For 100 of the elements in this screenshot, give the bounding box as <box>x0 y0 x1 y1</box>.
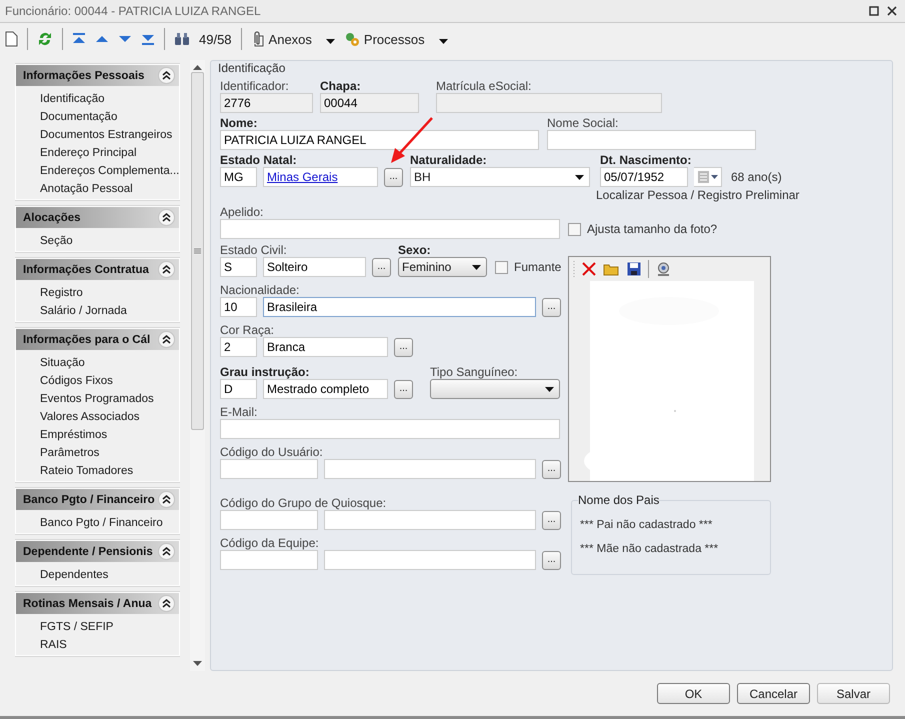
sidebar-item[interactable]: Endereços Complementa... <box>40 162 180 180</box>
dialog-button[interactable]: Salvar <box>817 683 890 704</box>
close-icon[interactable] <box>887 6 897 16</box>
group-header[interactable]: Informações Contratua <box>16 259 179 280</box>
lookup-button[interactable]: ... <box>542 510 561 530</box>
text-field[interactable] <box>324 510 536 530</box>
menu-button[interactable]: Processos <box>344 31 448 47</box>
sidebar-item[interactable]: Banco Pgto / Financeiro <box>40 514 163 532</box>
collapse-icon[interactable] <box>158 67 175 84</box>
lookup-button[interactable]: ... <box>372 258 391 276</box>
sidebar-item[interactable]: Dependentes <box>40 566 108 584</box>
collapse-icon[interactable] <box>158 261 175 278</box>
field-label: Chapa: <box>320 79 361 93</box>
lookup-button[interactable]: ... <box>542 298 561 316</box>
sidebar-item[interactable]: Situação <box>40 354 85 372</box>
dialog-button[interactable]: OK <box>657 683 730 704</box>
lookup-button[interactable]: ... <box>542 460 561 478</box>
sidebar-item[interactable]: Rateio Tomadores <box>40 462 134 480</box>
group-header[interactable]: Banco Pgto / Financeiro <box>16 489 179 510</box>
sidebar-item[interactable]: Anotação Pessoal <box>40 180 133 198</box>
text-field[interactable]: MG <box>220 167 257 187</box>
collapse-icon[interactable] <box>158 209 175 226</box>
collapse-icon[interactable] <box>158 595 175 612</box>
last-record-icon[interactable] <box>141 33 155 45</box>
group-header[interactable]: Rotinas Mensais / Anua <box>16 593 179 614</box>
mother-text: *** Mãe não cadastrada *** <box>580 543 718 555</box>
menu-button[interactable]: Anexos <box>250 31 335 47</box>
sidebar-item[interactable]: Salário / Jornada <box>40 302 127 320</box>
text-field[interactable]: 2 <box>220 337 257 357</box>
text-field[interactable]: Solteiro <box>263 257 366 277</box>
text-field[interactable] <box>436 93 662 113</box>
sidebar-item[interactable]: Registro <box>40 284 83 302</box>
text-field[interactable] <box>324 459 536 479</box>
lookup-button[interactable]: ... <box>394 380 413 398</box>
group-header[interactable]: Informações para o Cál <box>16 329 179 350</box>
text-field[interactable]: D <box>220 379 257 399</box>
scroll-up-icon[interactable] <box>193 64 202 70</box>
calendar-button[interactable] <box>694 167 722 187</box>
refresh-icon[interactable] <box>37 31 53 47</box>
sidebar-item[interactable]: FGTS / SEFIP <box>40 618 114 636</box>
collapse-icon[interactable] <box>158 543 175 560</box>
dialog-button[interactable]: Cancelar <box>737 683 810 704</box>
sidebar-item[interactable]: Parâmetros <box>40 444 100 462</box>
folder-icon[interactable] <box>603 262 620 276</box>
link-field[interactable]: Minas Gerais <box>263 167 378 187</box>
maximize-icon[interactable] <box>869 6 879 16</box>
lookup-button[interactable]: ... <box>384 168 403 186</box>
field-label: Cor Raça: <box>220 323 274 337</box>
sidebar-item[interactable]: RAIS <box>40 636 67 654</box>
text-field[interactable]: 10 <box>220 297 257 317</box>
new-document-icon[interactable] <box>5 31 18 47</box>
sidebar-item[interactable]: Empréstimos <box>40 426 108 444</box>
collapse-icon[interactable] <box>158 491 175 508</box>
text-field[interactable] <box>220 510 318 530</box>
checkbox[interactable] <box>495 260 508 274</box>
scrollbar[interactable] <box>190 60 205 671</box>
text-field[interactable]: 00044 <box>320 93 419 113</box>
dropdown[interactable]: Feminino <box>398 257 487 277</box>
text-field[interactable] <box>220 419 560 439</box>
locate-person-link[interactable]: Localizar Pessoa / Registro Preliminar <box>596 188 800 202</box>
sidebar-item[interactable]: Identificação <box>40 90 105 108</box>
dropdown[interactable] <box>430 379 560 399</box>
sidebar-item[interactable]: Documentação <box>40 108 118 126</box>
webcam-icon[interactable] <box>656 262 671 276</box>
text-field[interactable]: S <box>220 257 257 277</box>
date-field[interactable]: 05/07/1952 <box>600 167 688 187</box>
text-field[interactable] <box>220 219 560 239</box>
text-field[interactable] <box>220 459 318 479</box>
scroll-down-icon[interactable] <box>193 661 202 667</box>
text-field[interactable] <box>547 130 756 150</box>
lookup-button[interactable]: ... <box>542 550 561 570</box>
text-field[interactable]: 2776 <box>220 93 313 113</box>
text-field[interactable]: PATRICIA LUIZA RANGEL <box>220 130 539 150</box>
window-title: Funcionário: 00044 - PATRICIA LUIZA RANGEL <box>5 4 261 18</box>
dropdown[interactable]: BH <box>410 167 590 187</box>
save-icon[interactable] <box>627 262 641 276</box>
collapse-icon[interactable] <box>158 331 175 348</box>
binoculars-icon[interactable] <box>174 32 190 46</box>
checkbox[interactable] <box>568 222 581 236</box>
sidebar-item[interactable]: Seção <box>40 232 73 250</box>
sidebar-item[interactable]: Códigos Fixos <box>40 372 113 390</box>
text-field[interactable]: Mestrado completo <box>263 379 388 399</box>
field-label: Estado Civil: <box>220 243 287 257</box>
group-header[interactable]: Informações Pessoais <box>16 65 179 86</box>
text-field[interactable] <box>220 550 318 570</box>
sidebar-item[interactable]: Eventos Programados <box>40 390 154 408</box>
delete-icon[interactable] <box>582 262 596 276</box>
text-field[interactable]: Brasileira <box>263 297 536 317</box>
text-field[interactable] <box>324 550 536 570</box>
previous-record-icon[interactable] <box>95 35 109 43</box>
text-field[interactable]: Branca <box>263 337 388 357</box>
first-record-icon[interactable] <box>72 33 86 45</box>
group-header[interactable]: Alocações <box>16 207 179 228</box>
scroll-thumb[interactable] <box>191 72 204 430</box>
group-header[interactable]: Dependente / Pensionis <box>16 541 179 562</box>
next-record-icon[interactable] <box>118 35 132 43</box>
sidebar-item[interactable]: Endereço Principal <box>40 144 137 162</box>
lookup-button[interactable]: ... <box>394 338 413 356</box>
sidebar-item[interactable]: Valores Associados <box>40 408 140 426</box>
sidebar-item[interactable]: Documentos Estrangeiros <box>40 126 172 144</box>
